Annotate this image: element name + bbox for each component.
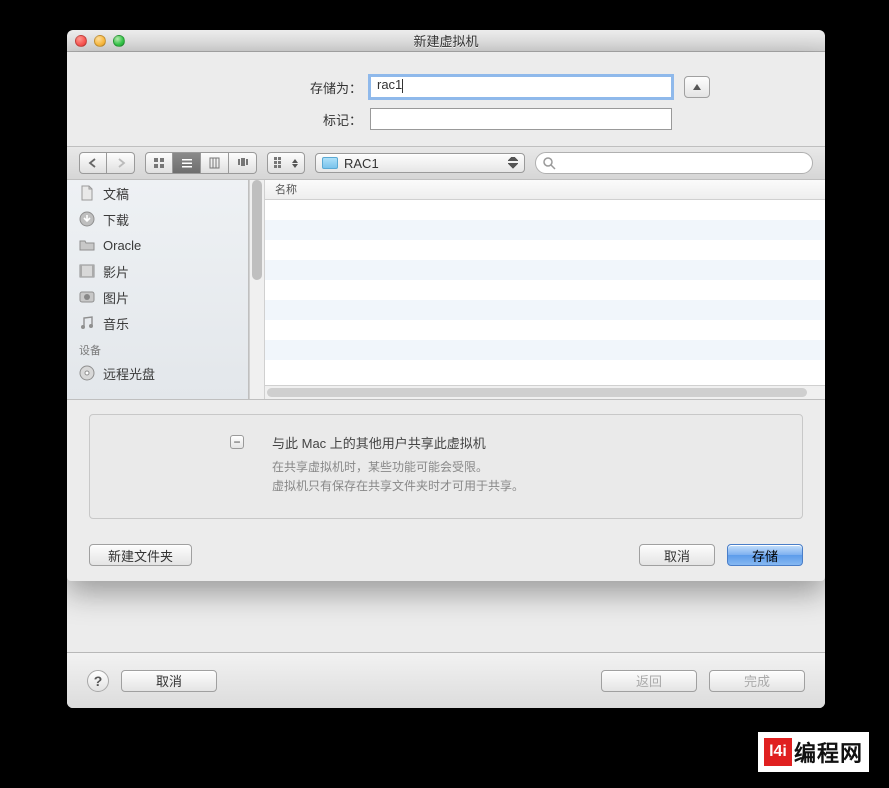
cancel-button[interactable]: 取消: [121, 670, 217, 692]
music-icon: [79, 315, 95, 331]
sidebar-item-music[interactable]: 音乐: [67, 310, 248, 336]
view-mode-buttons: [145, 152, 257, 174]
sidebar-section-devices: 设备: [67, 336, 248, 360]
titlebar: 新建虚拟机: [67, 30, 825, 52]
sheet-action-bar: 新建文件夹 取消 存储: [67, 529, 825, 581]
sidebar-item-label: 下载: [103, 210, 129, 229]
download-icon: [79, 211, 95, 227]
table-row: [265, 220, 825, 240]
file-list: 名称: [265, 180, 825, 399]
chevron-updown-icon: [292, 159, 298, 168]
view-coverflow-button[interactable]: [229, 152, 257, 174]
group-by-button[interactable]: [267, 152, 305, 174]
save-sheet: 存储为： rac1 标记： RAC1: [67, 52, 825, 581]
column-header-name[interactable]: 名称: [265, 180, 825, 200]
location-label: RAC1: [344, 156, 379, 171]
sheet-save-button[interactable]: 存储: [727, 544, 803, 566]
sidebar-item-label: Oracle: [103, 238, 141, 253]
new-folder-button[interactable]: 新建文件夹: [89, 544, 192, 566]
table-row: [265, 340, 825, 360]
list-rows: [265, 200, 825, 385]
movie-icon: [79, 263, 95, 279]
save-as-input[interactable]: rac1: [370, 76, 672, 98]
table-row: [265, 200, 825, 220]
share-panel: − 与此 Mac 上的其他用户共享此虚拟机 在共享虚拟机时，某些功能可能会受限。…: [89, 414, 803, 519]
logo-text: 编程网: [794, 736, 863, 768]
help-button[interactable]: ?: [87, 670, 109, 692]
view-list-button[interactable]: [173, 152, 201, 174]
share-desc-1: 在共享虚拟机时，某些功能可能会受限。: [272, 458, 782, 477]
sidebar-item-label: 音乐: [103, 314, 129, 333]
share-desc-2: 虚拟机只有保存在共享文件夹时才可用于共享。: [272, 477, 782, 496]
window-title: 新建虚拟机: [67, 31, 825, 50]
window-bottom-bar: ? 取消 返回 完成: [67, 652, 825, 708]
tags-label: 标记：: [182, 110, 362, 129]
sidebar-item-label: 文稿: [103, 184, 129, 203]
view-columns-button[interactable]: [201, 152, 229, 174]
sidebar-item-pictures[interactable]: 图片: [67, 284, 248, 310]
sidebar-item-oracle[interactable]: Oracle: [67, 232, 248, 258]
logo-mark: l4i: [764, 738, 792, 766]
share-title: 与此 Mac 上的其他用户共享此虚拟机: [272, 433, 782, 452]
back-button[interactable]: 返回: [601, 670, 697, 692]
sidebar-item-movies[interactable]: 影片: [67, 258, 248, 284]
finish-button[interactable]: 完成: [709, 670, 805, 692]
folder-icon: [322, 157, 338, 169]
chevron-up-icon: [693, 84, 701, 90]
search-icon: [542, 156, 556, 170]
traffic-lights: [75, 35, 125, 47]
search-input[interactable]: [535, 152, 813, 174]
disc-icon: [79, 365, 95, 381]
zoom-window-button[interactable]: [113, 35, 125, 47]
file-browser: 文稿 下载 Oracle 影片 图片 音乐 设备: [67, 180, 825, 400]
table-row: [265, 320, 825, 340]
grid-icon: [274, 157, 288, 169]
table-row: [265, 360, 825, 380]
sheet-cancel-button[interactable]: 取消: [639, 544, 715, 566]
table-row: [265, 240, 825, 260]
tags-input[interactable]: [370, 108, 672, 130]
sidebar-item-documents[interactable]: 文稿: [67, 180, 248, 206]
sidebar-item-label: 影片: [103, 262, 129, 281]
table-row: [265, 260, 825, 280]
minimize-window-button[interactable]: [94, 35, 106, 47]
share-toggle-button[interactable]: −: [230, 435, 244, 449]
view-icons-button[interactable]: [145, 152, 173, 174]
table-row: [265, 300, 825, 320]
save-form: 存储为： rac1 标记：: [67, 52, 825, 146]
sidebar: 文稿 下载 Oracle 影片 图片 音乐 设备: [67, 180, 249, 399]
location-dropdown[interactable]: RAC1: [315, 153, 525, 173]
sidebar-item-downloads[interactable]: 下载: [67, 206, 248, 232]
sidebar-item-label: 远程光盘: [103, 364, 155, 383]
collapse-button[interactable]: [684, 76, 710, 98]
close-window-button[interactable]: [75, 35, 87, 47]
folder-icon: [79, 237, 95, 253]
file-area: 名称: [249, 180, 825, 399]
list-hscrollbar[interactable]: [265, 385, 825, 399]
save-as-label: 存储为：: [182, 78, 362, 97]
table-row: [265, 280, 825, 300]
sidebar-item-label: 图片: [103, 288, 129, 307]
nav-forward-button[interactable]: [107, 152, 135, 174]
doc-icon: [79, 185, 95, 201]
nav-back-button[interactable]: [79, 152, 107, 174]
browser-toolbar: RAC1: [67, 146, 825, 180]
sidebar-item-remote-disc[interactable]: 远程光盘: [67, 360, 248, 386]
site-logo: l4i 编程网: [758, 732, 869, 772]
sidebar-scrollbar[interactable]: [249, 180, 265, 399]
photo-icon: [79, 289, 95, 305]
nav-buttons: [79, 152, 135, 174]
